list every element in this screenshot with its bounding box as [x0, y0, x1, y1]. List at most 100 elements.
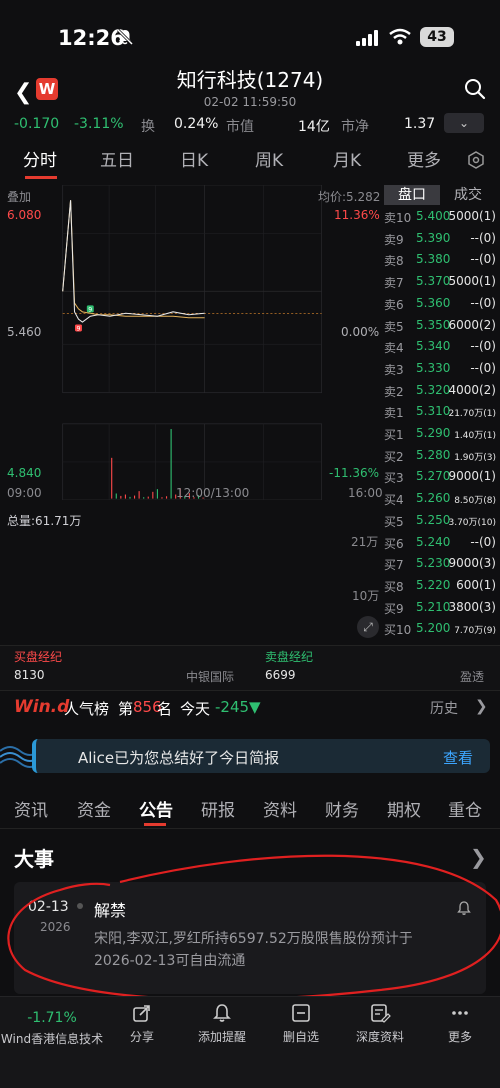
- ask-level-row[interactable]: 卖6 5.360 --(0): [382, 293, 498, 315]
- ask-level-row[interactable]: 卖7 5.370 5000(1): [382, 271, 498, 293]
- deep-data-label: 深度资料: [355, 1030, 404, 1044]
- tab-funds[interactable]: 资金: [77, 796, 111, 821]
- chevron-right-icon[interactable]: ❯: [475, 697, 488, 715]
- level-label: 卖9: [384, 232, 404, 247]
- fullscreen-icon[interactable]: ⤢: [357, 616, 379, 638]
- ask-level-row[interactable]: 卖2 5.320 4000(2): [382, 380, 498, 402]
- ask-level-row[interactable]: 卖8 5.380 --(0): [382, 249, 498, 271]
- ask-level-row[interactable]: 卖5 5.350 6000(2): [382, 315, 498, 337]
- y-pct-tick-top: 11.36%: [334, 208, 380, 222]
- ask-level-row[interactable]: 卖1 5.310 21.70万(1): [382, 401, 498, 423]
- bell-icon[interactable]: [456, 900, 472, 916]
- add-alert-button[interactable]: 添加提醒: [184, 1002, 260, 1045]
- level-label: 买9: [384, 601, 404, 616]
- ask-level-row[interactable]: 卖3 5.330 --(0): [382, 358, 498, 380]
- volume-bar: [111, 457, 113, 499]
- level-price: 5.330: [416, 360, 451, 375]
- bid-level-row[interactable]: 买6 5.240 --(0): [382, 532, 498, 554]
- pb-label: 市净: [341, 119, 369, 135]
- tab-holdings[interactable]: 重仓: [448, 796, 482, 821]
- level-quantity: 8.50万(8): [454, 496, 496, 507]
- tab-daily-k[interactable]: 日K: [180, 146, 208, 171]
- remove-watchlist-button[interactable]: 删自选: [263, 1002, 339, 1045]
- tab-announcements[interactable]: 公告: [139, 796, 173, 821]
- ask-level-row[interactable]: 卖4 5.340 --(0): [382, 336, 498, 358]
- more-button[interactable]: 更多: [422, 1002, 498, 1045]
- alice-view-button[interactable]: 查看: [443, 747, 473, 768]
- level-quantity: 1.90万(3): [454, 452, 496, 463]
- ask-level-row[interactable]: 卖10 5.400 5000(1): [382, 206, 498, 228]
- avg-price-label: 均价:5.282: [318, 190, 381, 204]
- bid-level-row[interactable]: 买4 5.260 8.50万(8): [382, 488, 498, 510]
- tab-options[interactable]: 期权: [387, 796, 421, 821]
- bid-level-row[interactable]: 买2 5.280 1.90万(3): [382, 445, 498, 467]
- bid-level-row[interactable]: 买3 5.270 9000(1): [382, 466, 498, 488]
- level-price: 5.360: [416, 295, 451, 310]
- history-link[interactable]: 历史: [430, 698, 458, 718]
- event-type: 解禁: [94, 901, 127, 920]
- x-tick-start: 09:00: [7, 486, 42, 500]
- tab-order-book[interactable]: 盘口: [384, 185, 440, 205]
- volume-bar: [161, 497, 163, 499]
- price-change-pct: -3.11%: [74, 116, 124, 132]
- tab-research[interactable]: 研报: [201, 796, 235, 821]
- intraday-chart[interactable]: 99: [5, 185, 380, 500]
- level-label: 买1: [384, 428, 404, 442]
- bid-level-row[interactable]: 买9 5.210 3800(3): [382, 597, 498, 619]
- tab-more[interactable]: 更多: [407, 146, 441, 171]
- signal-icon: [356, 30, 378, 46]
- bid-level-row[interactable]: 买7 5.230 9000(3): [382, 553, 498, 575]
- quote-timestamp: 02-02 11:59:50: [203, 95, 297, 109]
- tab-trades[interactable]: 成交: [440, 185, 496, 205]
- buy-broker-label[interactable]: 买盘经纪: [14, 648, 62, 665]
- sector-name[interactable]: Wind香港信息技术: [0, 1030, 104, 1047]
- avg-price-line: [62, 200, 205, 319]
- trade-marker: 9: [86, 305, 94, 313]
- volume-tick-mid: 10万: [352, 589, 380, 603]
- deep-data-button[interactable]: 深度资料: [342, 1002, 418, 1045]
- level-label: 买4: [384, 493, 404, 508]
- bid-level-row[interactable]: 买10 5.200 7.70万(9): [382, 618, 498, 640]
- sector-change-pct[interactable]: -1.71%: [0, 1010, 104, 1026]
- level-quantity: --(0): [470, 339, 496, 354]
- stock-title: 知行科技(1274): [176, 68, 324, 92]
- level-label: 买2: [384, 449, 404, 464]
- level-price: 5.250: [416, 512, 451, 527]
- bid-level-row[interactable]: 买8 5.220 600(1): [382, 575, 498, 597]
- search-icon[interactable]: [464, 78, 486, 100]
- tab-financials[interactable]: 财务: [325, 796, 359, 821]
- overlay-label[interactable]: 叠加: [7, 188, 31, 205]
- volume-bar: [165, 496, 168, 499]
- level-price: 5.280: [416, 447, 451, 462]
- sell-broker-label[interactable]: 卖盘经纪: [265, 648, 313, 665]
- turnover-label: 换: [141, 119, 155, 135]
- share-button[interactable]: 分享: [104, 1002, 180, 1045]
- market-cap-value: 14亿: [298, 119, 330, 135]
- ask-level-row[interactable]: 卖9 5.390 --(0): [382, 228, 498, 250]
- remove-watchlist-label: 删自选: [282, 1030, 319, 1044]
- level-label: 卖10: [384, 211, 412, 225]
- settings-hexagon-icon[interactable]: [467, 151, 485, 169]
- tab-weekly-k[interactable]: 周K: [255, 146, 283, 171]
- tab-five-day[interactable]: 五日: [100, 146, 134, 171]
- volume-tick-top: 21万: [351, 535, 379, 549]
- tab-monthly-k[interactable]: 月K: [333, 146, 361, 171]
- level-label: 买5: [384, 514, 404, 529]
- tab-intraday[interactable]: 分时: [23, 146, 57, 171]
- tab-news[interactable]: 资讯: [14, 796, 48, 821]
- expand-quote-button[interactable]: ⌄: [444, 113, 484, 133]
- level-quantity: 21.70万(1): [448, 409, 496, 420]
- level-price: 5.260: [416, 491, 451, 506]
- chevron-right-icon[interactable]: ❯: [470, 845, 487, 869]
- bid-level-row[interactable]: 买5 5.250 3.70万(10): [382, 510, 498, 532]
- level-label: 卖5: [384, 319, 404, 334]
- bell-icon: [213, 1004, 231, 1022]
- event-year: 2026: [40, 920, 71, 934]
- popularity-label[interactable]: 人气榜: [64, 698, 109, 719]
- level-quantity: 600(1): [456, 577, 496, 592]
- bid-level-row[interactable]: 买1 5.290 1.40万(1): [382, 423, 498, 445]
- level-price: 5.240: [416, 534, 451, 549]
- tab-profile[interactable]: 资料: [263, 796, 297, 821]
- level-price: 5.400: [416, 209, 451, 223]
- level-quantity: 7.70万(9): [454, 626, 496, 637]
